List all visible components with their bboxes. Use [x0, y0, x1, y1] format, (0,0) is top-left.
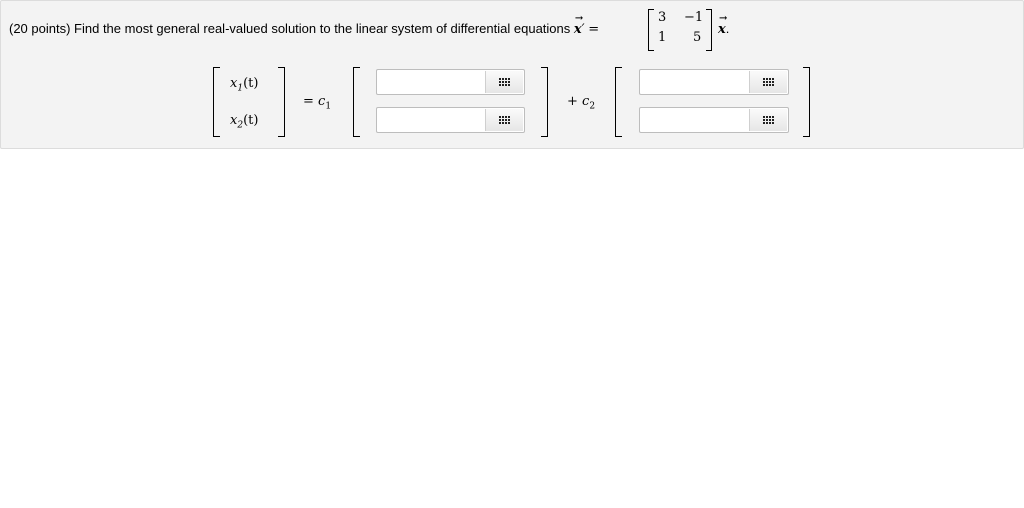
vector-arrow-icon: →	[719, 13, 728, 24]
c2-component-1-matrix-button[interactable]	[749, 71, 787, 93]
matrix-right-bracket	[706, 9, 712, 51]
c1-component-2-matrix-button[interactable]	[485, 109, 523, 131]
c2-component-2-field[interactable]	[639, 107, 789, 133]
matrix-grid-icon	[499, 78, 510, 86]
c1-coefficient: = c1	[303, 94, 332, 112]
points-label: (20 points)	[9, 21, 71, 36]
c1-component-2-input[interactable]	[379, 109, 486, 133]
problem-container: (20 points) Find the most general real-v…	[0, 0, 1024, 149]
problem-prompt: (20 points) Find the most general real-v…	[9, 13, 600, 37]
c2-coefficient: + c2	[567, 94, 596, 112]
matrix-grid-icon	[763, 116, 774, 124]
problem-text: Find the most general real-valued soluti…	[74, 21, 571, 36]
equals-sign: =	[588, 22, 600, 37]
vector-arrow-icon: →	[574, 13, 584, 24]
vector-x: → x	[573, 13, 584, 37]
c2-component-2-input[interactable]	[642, 109, 750, 133]
matrix-grid-icon	[499, 116, 510, 124]
matrix-a21: 1	[658, 30, 667, 45]
c2-component-2-matrix-button[interactable]	[749, 109, 787, 131]
c1-component-1-field[interactable]	[376, 69, 525, 95]
lhs-x2: x2(t)	[230, 113, 259, 131]
c1-left-bracket	[353, 67, 360, 137]
coefficient-matrix: 3 −1 1 5	[648, 9, 712, 51]
prompt-tail: → x.	[718, 13, 730, 37]
c2-component-1-input[interactable]	[642, 71, 750, 95]
lhs-right-bracket	[278, 67, 285, 137]
lhs-left-bracket	[213, 67, 220, 137]
c1-component-1-input[interactable]	[379, 71, 486, 95]
matrix-a22: 5	[693, 30, 702, 45]
matrix-a12: −1	[684, 10, 704, 25]
matrix-left-bracket	[648, 9, 654, 51]
prime-mark: ′	[581, 22, 585, 37]
c1-right-bracket	[541, 67, 548, 137]
c2-component-1-field[interactable]	[639, 69, 789, 95]
c2-left-bracket	[615, 67, 622, 137]
c1-component-1-matrix-button[interactable]	[485, 71, 523, 93]
matrix-grid-icon	[763, 78, 774, 86]
matrix-a11: 3	[658, 10, 667, 25]
c1-component-2-field[interactable]	[376, 107, 525, 133]
vector-x-tail: → x	[718, 13, 728, 37]
c2-right-bracket	[803, 67, 810, 137]
lhs-x1: x1(t)	[230, 76, 259, 94]
